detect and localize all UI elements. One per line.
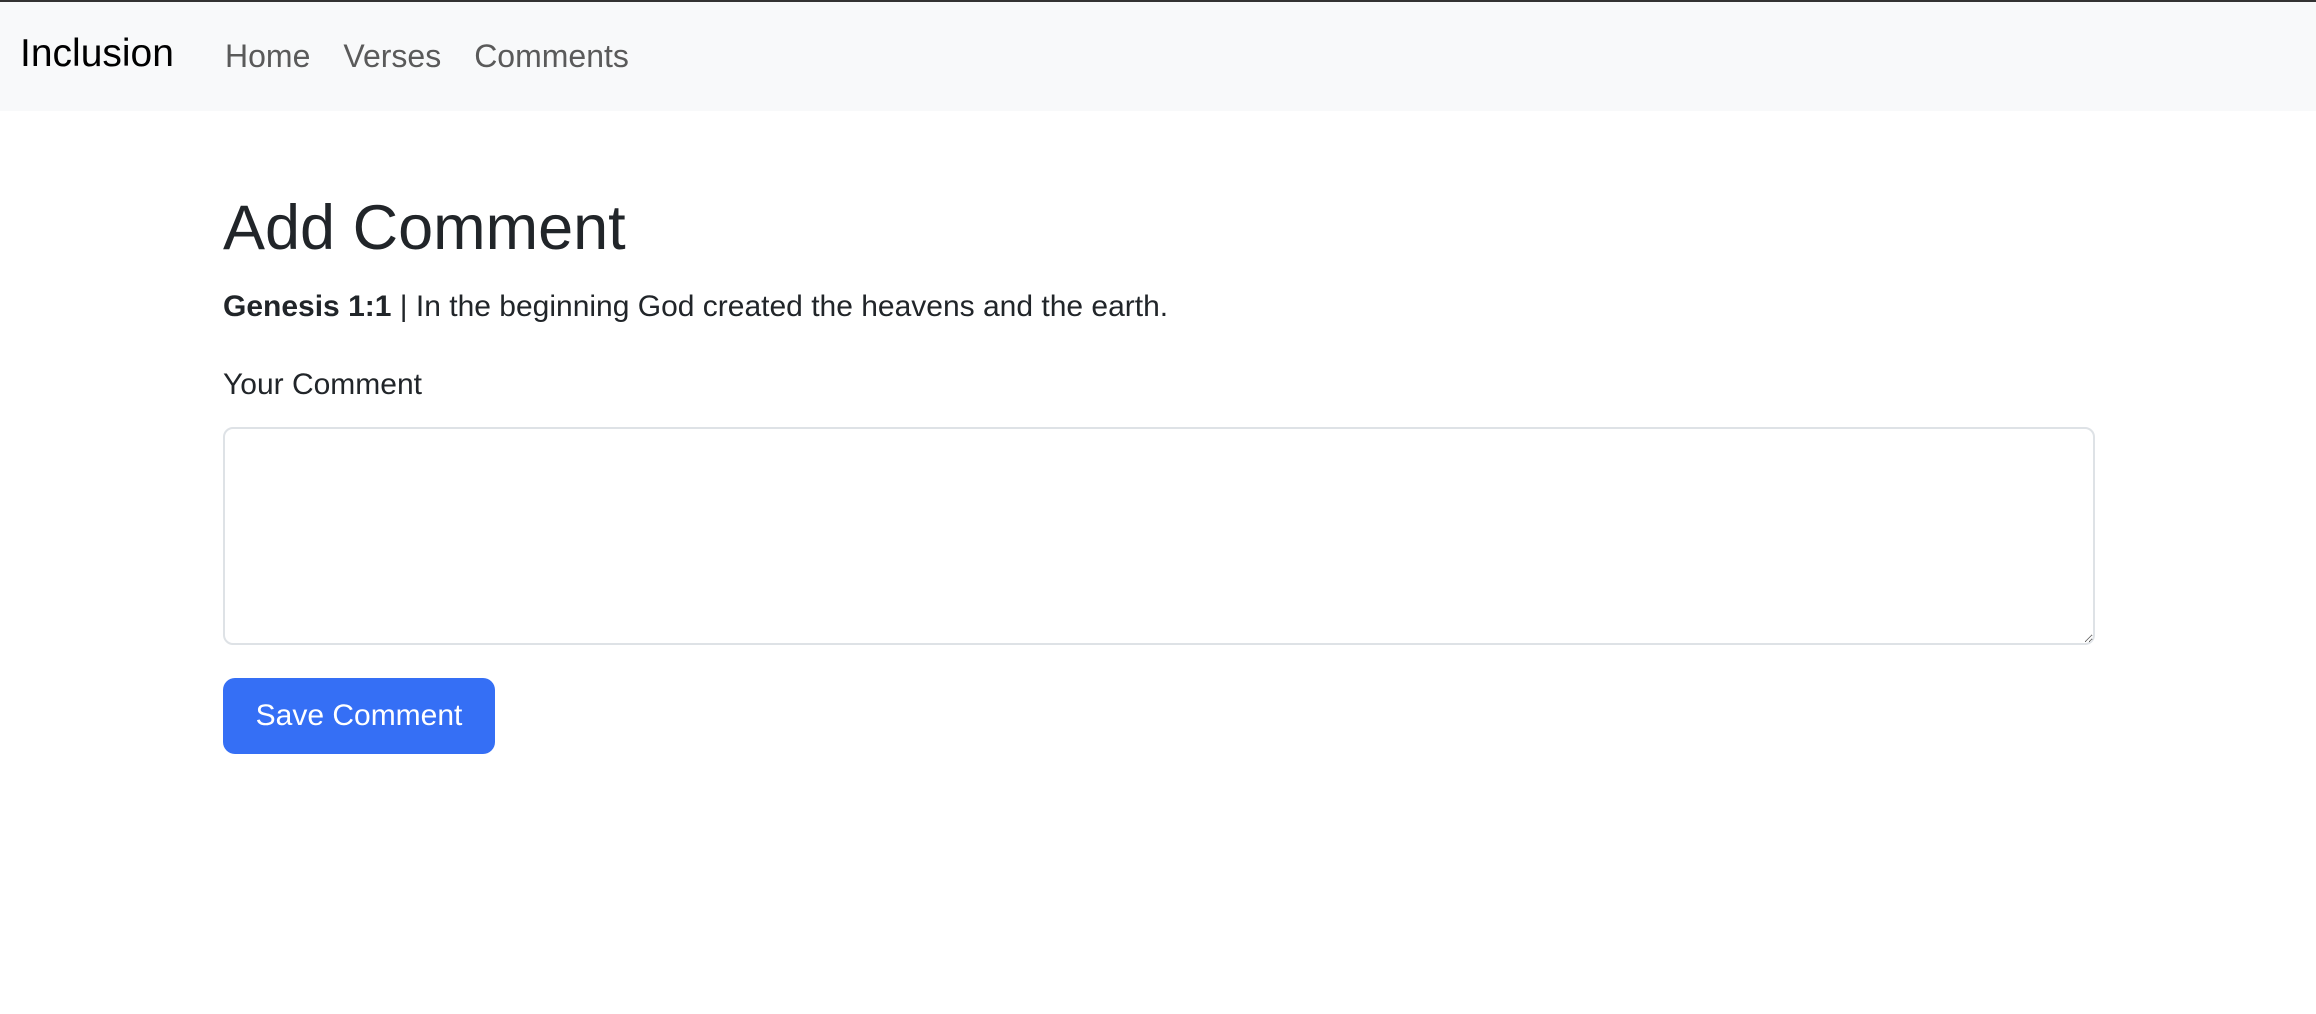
page-title: Add Comment [223, 193, 626, 263]
verse-line: Genesis 1:1 | In the beginning God creat… [223, 290, 1168, 324]
verse-text: In the beginning God created the heavens… [415, 290, 1169, 323]
navbar: Inclusion Home Verses Comments [0, 0, 2316, 111]
save-comment-button[interactable]: Save Comment [223, 678, 495, 754]
nav-link-home[interactable]: Home [225, 38, 310, 75]
comment-textarea[interactable] [223, 427, 2095, 645]
verse-separator: | [391, 290, 416, 323]
nav-link-comments[interactable]: Comments [474, 38, 629, 75]
verse-reference: Genesis 1:1 [223, 290, 392, 323]
comment-label: Your Comment [223, 368, 422, 401]
nav-links: Home Verses Comments [225, 38, 629, 75]
nav-link-verses[interactable]: Verses [343, 38, 441, 75]
brand-link[interactable]: Inclusion [20, 32, 174, 76]
